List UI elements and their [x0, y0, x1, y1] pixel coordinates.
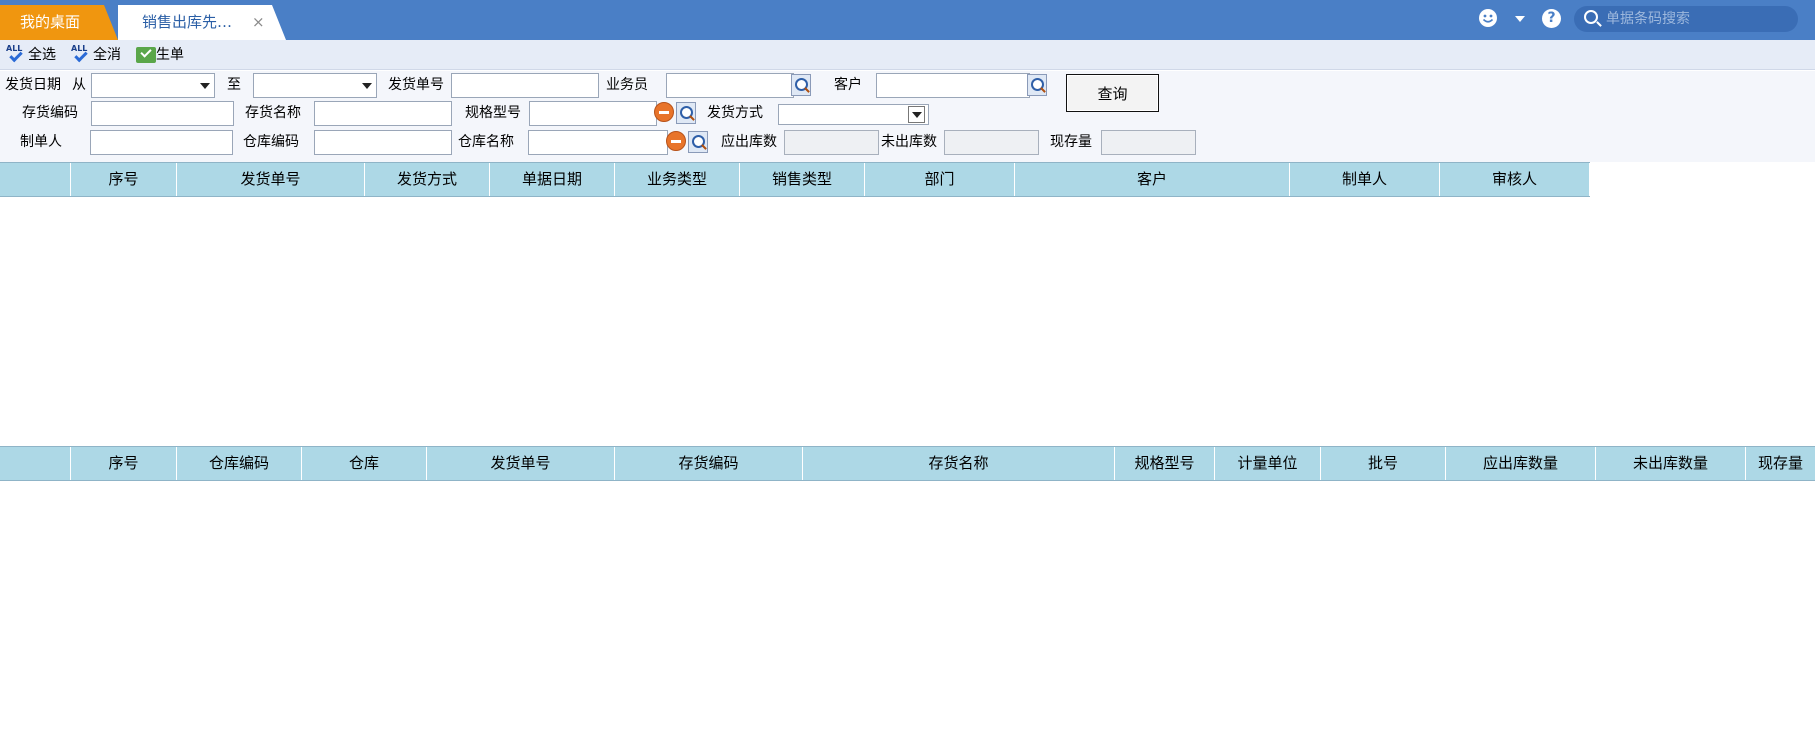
toolbar: ALL 全选 ALL 全消 生单 [0, 40, 1815, 70]
chevron-down-icon[interactable] [1510, 10, 1530, 30]
spec-input[interactable] [529, 101, 657, 126]
customer-input[interactable] [876, 73, 1030, 98]
deselect-all-label: 全消 [93, 47, 121, 63]
salesman-lookup-icon[interactable] [791, 74, 811, 96]
column-header-ship-method[interactable]: 发货方式 [365, 163, 490, 196]
filter-panel: 发货日期 从 至 发货单号 业务员 客户 查询 存货编码 存货名称 规格型号 发… [0, 71, 1815, 162]
maker-label: 制单人 [20, 134, 62, 150]
column-header-not-out-qty[interactable]: 未出库数量 [1596, 447, 1746, 480]
ship-method-label: 发货方式 [707, 105, 763, 121]
should-out-field [784, 130, 879, 155]
column-header-unit[interactable]: 计量单位 [1215, 447, 1321, 480]
customer-lookup-icon[interactable] [1027, 74, 1047, 96]
help-icon[interactable]: ? [1542, 9, 1561, 28]
not-out-field [944, 130, 1039, 155]
chevron-down-icon [200, 83, 210, 89]
column-header-ship-no[interactable]: 发货单号 [177, 163, 365, 196]
customer-label: 客户 [834, 77, 862, 93]
query-button[interactable]: 查询 [1066, 74, 1159, 112]
column-header-biz-type[interactable]: 业务类型 [615, 163, 740, 196]
inv-code-label: 存货编码 [22, 105, 78, 121]
clear-icon[interactable] [654, 102, 674, 122]
column-header-stock[interactable]: 现存量 [1746, 447, 1815, 480]
column-header-inv-name[interactable]: 存货名称 [803, 447, 1115, 480]
upper-grid-header: 序号 发货单号 发货方式 单据日期 业务类型 销售类型 部门 客户 制单人 审核… [0, 162, 1590, 197]
select-all-label: 全选 [28, 47, 56, 63]
inv-code-input[interactable] [91, 101, 234, 126]
column-header-department[interactable]: 部门 [865, 163, 1015, 196]
column-header-should-out-qty[interactable]: 应出库数量 [1446, 447, 1596, 480]
tab-sales-outbound-label: 销售出库先… [142, 13, 233, 31]
maker-input[interactable] [90, 130, 233, 155]
ship-date-to-select[interactable] [253, 73, 377, 98]
column-header-wh-code[interactable]: 仓库编码 [177, 447, 302, 480]
should-out-label: 应出库数 [721, 134, 777, 150]
upper-grid-body[interactable] [0, 197, 1815, 446]
wh-name-input[interactable] [528, 130, 668, 155]
column-header-customer[interactable]: 客户 [1015, 163, 1290, 196]
wh-name-lookup-icon[interactable] [688, 131, 708, 153]
ship-no-input[interactable] [451, 73, 599, 98]
column-header-doc-date[interactable]: 单据日期 [490, 163, 615, 196]
column-header-spec[interactable]: 规格型号 [1115, 447, 1215, 480]
stock-field [1101, 130, 1196, 155]
select-all-icon: ALL [6, 44, 28, 66]
column-header-select[interactable] [0, 447, 71, 480]
from-label: 从 [72, 77, 86, 93]
barcode-search-input[interactable] [1606, 9, 1791, 29]
to-label: 至 [227, 77, 241, 93]
chevron-down-icon [908, 106, 925, 123]
generate-button[interactable]: 生单 [136, 44, 184, 66]
ship-date-label: 发货日期 [5, 77, 61, 93]
wh-name-label: 仓库名称 [458, 134, 514, 150]
lower-grid-body[interactable] [0, 481, 1815, 732]
not-out-label: 未出库数 [881, 134, 937, 150]
tab-my-desktop-label: 我的桌面 [20, 13, 81, 31]
ship-method-select[interactable] [778, 104, 929, 125]
column-header-warehouse[interactable]: 仓库 [302, 447, 427, 480]
column-header-batch[interactable]: 批号 [1321, 447, 1446, 480]
column-header-seq[interactable]: 序号 [71, 447, 177, 480]
spec-lookup-icon[interactable] [676, 102, 696, 124]
inv-name-label: 存货名称 [245, 105, 301, 121]
spec-label: 规格型号 [465, 105, 521, 121]
stock-label: 现存量 [1050, 134, 1092, 150]
tab-sales-outbound[interactable]: 销售出库先… × [118, 5, 286, 40]
ship-no-label: 发货单号 [388, 77, 444, 93]
smiley-icon[interactable] [1478, 8, 1498, 28]
column-header-inv-code[interactable]: 存货编码 [615, 447, 803, 480]
close-icon[interactable]: × [252, 5, 265, 40]
top-tab-bar: 我的桌面 销售出库先… × ? [0, 0, 1815, 40]
wh-code-label: 仓库编码 [243, 134, 299, 150]
column-header-seq[interactable]: 序号 [71, 163, 177, 196]
salesman-label: 业务员 [606, 77, 648, 93]
inv-name-input[interactable] [314, 101, 452, 126]
clear-icon[interactable] [666, 131, 686, 151]
deselect-all-icon: ALL [71, 44, 93, 66]
generate-label: 生单 [156, 47, 184, 63]
barcode-search[interactable] [1574, 6, 1798, 32]
salesman-input[interactable] [666, 73, 794, 98]
column-header-auditor[interactable]: 审核人 [1440, 163, 1590, 196]
deselect-all-button[interactable]: ALL 全消 [71, 44, 121, 66]
column-header-select[interactable] [0, 163, 71, 196]
select-all-button[interactable]: ALL 全选 [6, 44, 56, 66]
column-header-maker[interactable]: 制单人 [1290, 163, 1440, 196]
generate-icon [136, 47, 156, 63]
lower-grid-header: 序号 仓库编码 仓库 发货单号 存货编码 存货名称 规格型号 计量单位 批号 应… [0, 446, 1815, 481]
wh-code-input[interactable] [314, 130, 452, 155]
tab-my-desktop[interactable]: 我的桌面 [0, 5, 118, 40]
search-icon [1584, 10, 1598, 24]
ship-date-from-select[interactable] [91, 73, 215, 98]
column-header-sales-type[interactable]: 销售类型 [740, 163, 865, 196]
column-header-ship-no[interactable]: 发货单号 [427, 447, 615, 480]
chevron-down-icon [362, 83, 372, 89]
